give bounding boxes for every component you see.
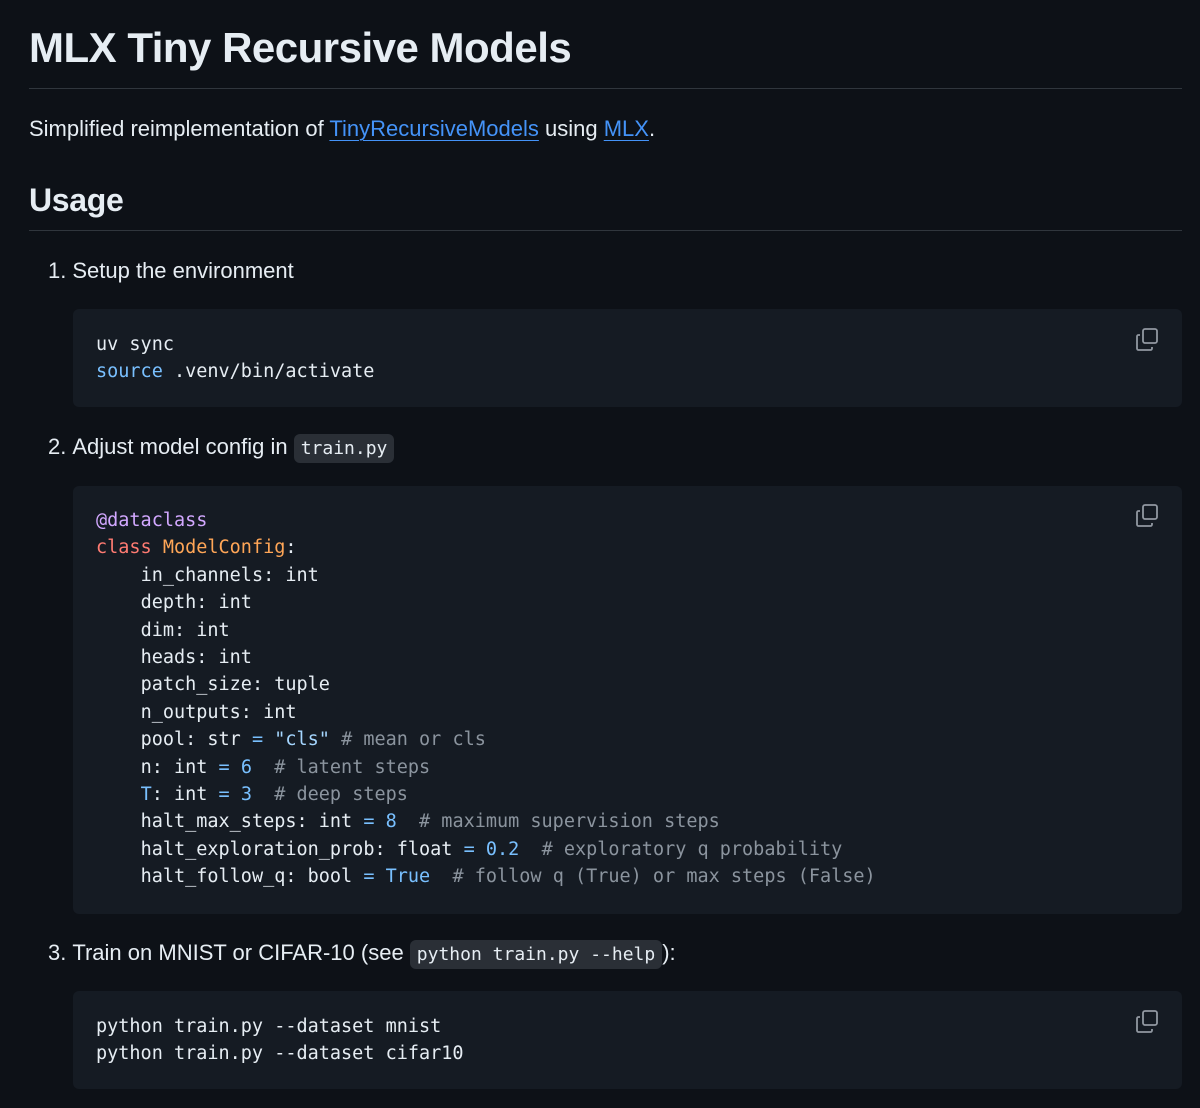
mlx-link[interactable]: MLX	[604, 116, 649, 141]
code-line: patch_size: tuple	[140, 674, 330, 696]
code-token-number: 8	[385, 811, 397, 833]
train-code[interactable]: python train.py --dataset mnist python t…	[96, 1013, 464, 1068]
code-token-operator: =	[363, 866, 375, 888]
code-token-operator: =	[218, 756, 230, 778]
usage-heading: Usage	[29, 182, 124, 218]
setup-code-block[interactable]: uv sync source .venv/bin/activate	[73, 309, 1182, 407]
code-token-comment: # mean or cls	[341, 729, 486, 751]
step-3-number: 3.	[48, 940, 67, 965]
code-token: halt_follow_q: bool	[140, 866, 364, 888]
code-token-comment: # exploratory q probability	[541, 838, 843, 860]
step-2-number: 2.	[48, 434, 67, 459]
code-token-keyword: class	[96, 537, 152, 559]
code-token-operator: =	[463, 838, 475, 860]
intro-text-after: .	[648, 116, 656, 141]
page-title: MLX Tiny Recursive Models	[29, 24, 572, 71]
title-divider	[29, 88, 1182, 89]
code-token-decorator: @dataclass	[96, 510, 208, 531]
step-1: 1. Setup the environment	[48, 255, 294, 287]
config-code[interactable]: @dataclass class ModelConfig: in_channel…	[96, 507, 876, 891]
code-token: :	[285, 537, 297, 559]
code-line: depth: int	[140, 592, 252, 614]
intro-text-middle: using	[538, 116, 604, 141]
inline-code-help: python train.py --help	[409, 940, 663, 969]
code-token: .venv/bin/activate	[162, 361, 375, 383]
code-token-name: T	[140, 784, 152, 806]
code-token-operator: =	[363, 811, 375, 833]
usage-divider	[29, 230, 1182, 231]
code-token-class-name: ModelConfig	[162, 537, 286, 559]
code-token: : int	[151, 784, 219, 806]
code-token-boolean: True	[385, 866, 431, 888]
readme-page: MLX Tiny Recursive Models Simplified rei…	[0, 0, 1200, 1108]
code-token-comment: # deep steps	[274, 784, 408, 806]
code-token-comment: # latent steps	[274, 756, 431, 778]
copy-icon[interactable]	[1134, 327, 1160, 353]
code-token-number: 3	[240, 784, 252, 806]
copy-icon[interactable]	[1134, 503, 1160, 529]
step-2-text: Adjust model config in	[72, 434, 294, 459]
code-token: n: int	[140, 756, 219, 778]
code-token-keyword: source	[96, 361, 163, 383]
code-token-operator: =	[251, 729, 264, 751]
tinyrecursivemodels-link[interactable]: TinyRecursiveModels	[329, 116, 538, 141]
step-2: 2. Adjust model config in train.py	[48, 431, 395, 465]
step-1-number: 1.	[48, 258, 67, 283]
step-3-text: Train on MNIST or CIFAR-10 (see	[72, 940, 410, 965]
code-line: in_channels: int	[140, 564, 319, 586]
train-code-block[interactable]: python train.py --dataset mnist python t…	[73, 991, 1182, 1089]
code-token-comment: # follow q (True) or max steps (False)	[452, 866, 876, 888]
code-token-operator: =	[218, 784, 230, 806]
inline-code-train-py: train.py	[293, 434, 395, 463]
step-1-text: Setup the environment	[72, 258, 294, 283]
code-token-number: 0.2	[485, 838, 520, 860]
code-token-comment: # maximum supervision steps	[419, 811, 720, 833]
code-token: pool: str	[140, 729, 252, 751]
code-token: halt_max_steps: int	[140, 811, 364, 833]
code-token: halt_exploration_prob: float	[140, 838, 464, 860]
code-line: python train.py --dataset cifar10	[96, 1043, 464, 1065]
code-token-string: "cls"	[274, 729, 330, 751]
step-3-suffix: ):	[662, 940, 676, 965]
step-3: 3. Train on MNIST or CIFAR-10 (see python…	[48, 937, 676, 971]
setup-code[interactable]: uv sync source .venv/bin/activate	[96, 331, 374, 386]
code-line: uv sync	[96, 334, 174, 355]
code-line: n_outputs: int	[140, 701, 297, 723]
code-line: dim: int	[140, 619, 230, 641]
intro-paragraph: Simplified reimplementation of TinyRecur…	[29, 113, 655, 145]
config-code-block[interactable]: @dataclass class ModelConfig: in_channel…	[73, 486, 1182, 914]
copy-icon[interactable]	[1134, 1009, 1160, 1035]
code-line: python train.py --dataset mnist	[96, 1016, 442, 1037]
intro-text-before: Simplified reimplementation of	[29, 116, 330, 141]
code-token-number: 6	[240, 756, 252, 778]
code-line: heads: int	[140, 647, 252, 669]
